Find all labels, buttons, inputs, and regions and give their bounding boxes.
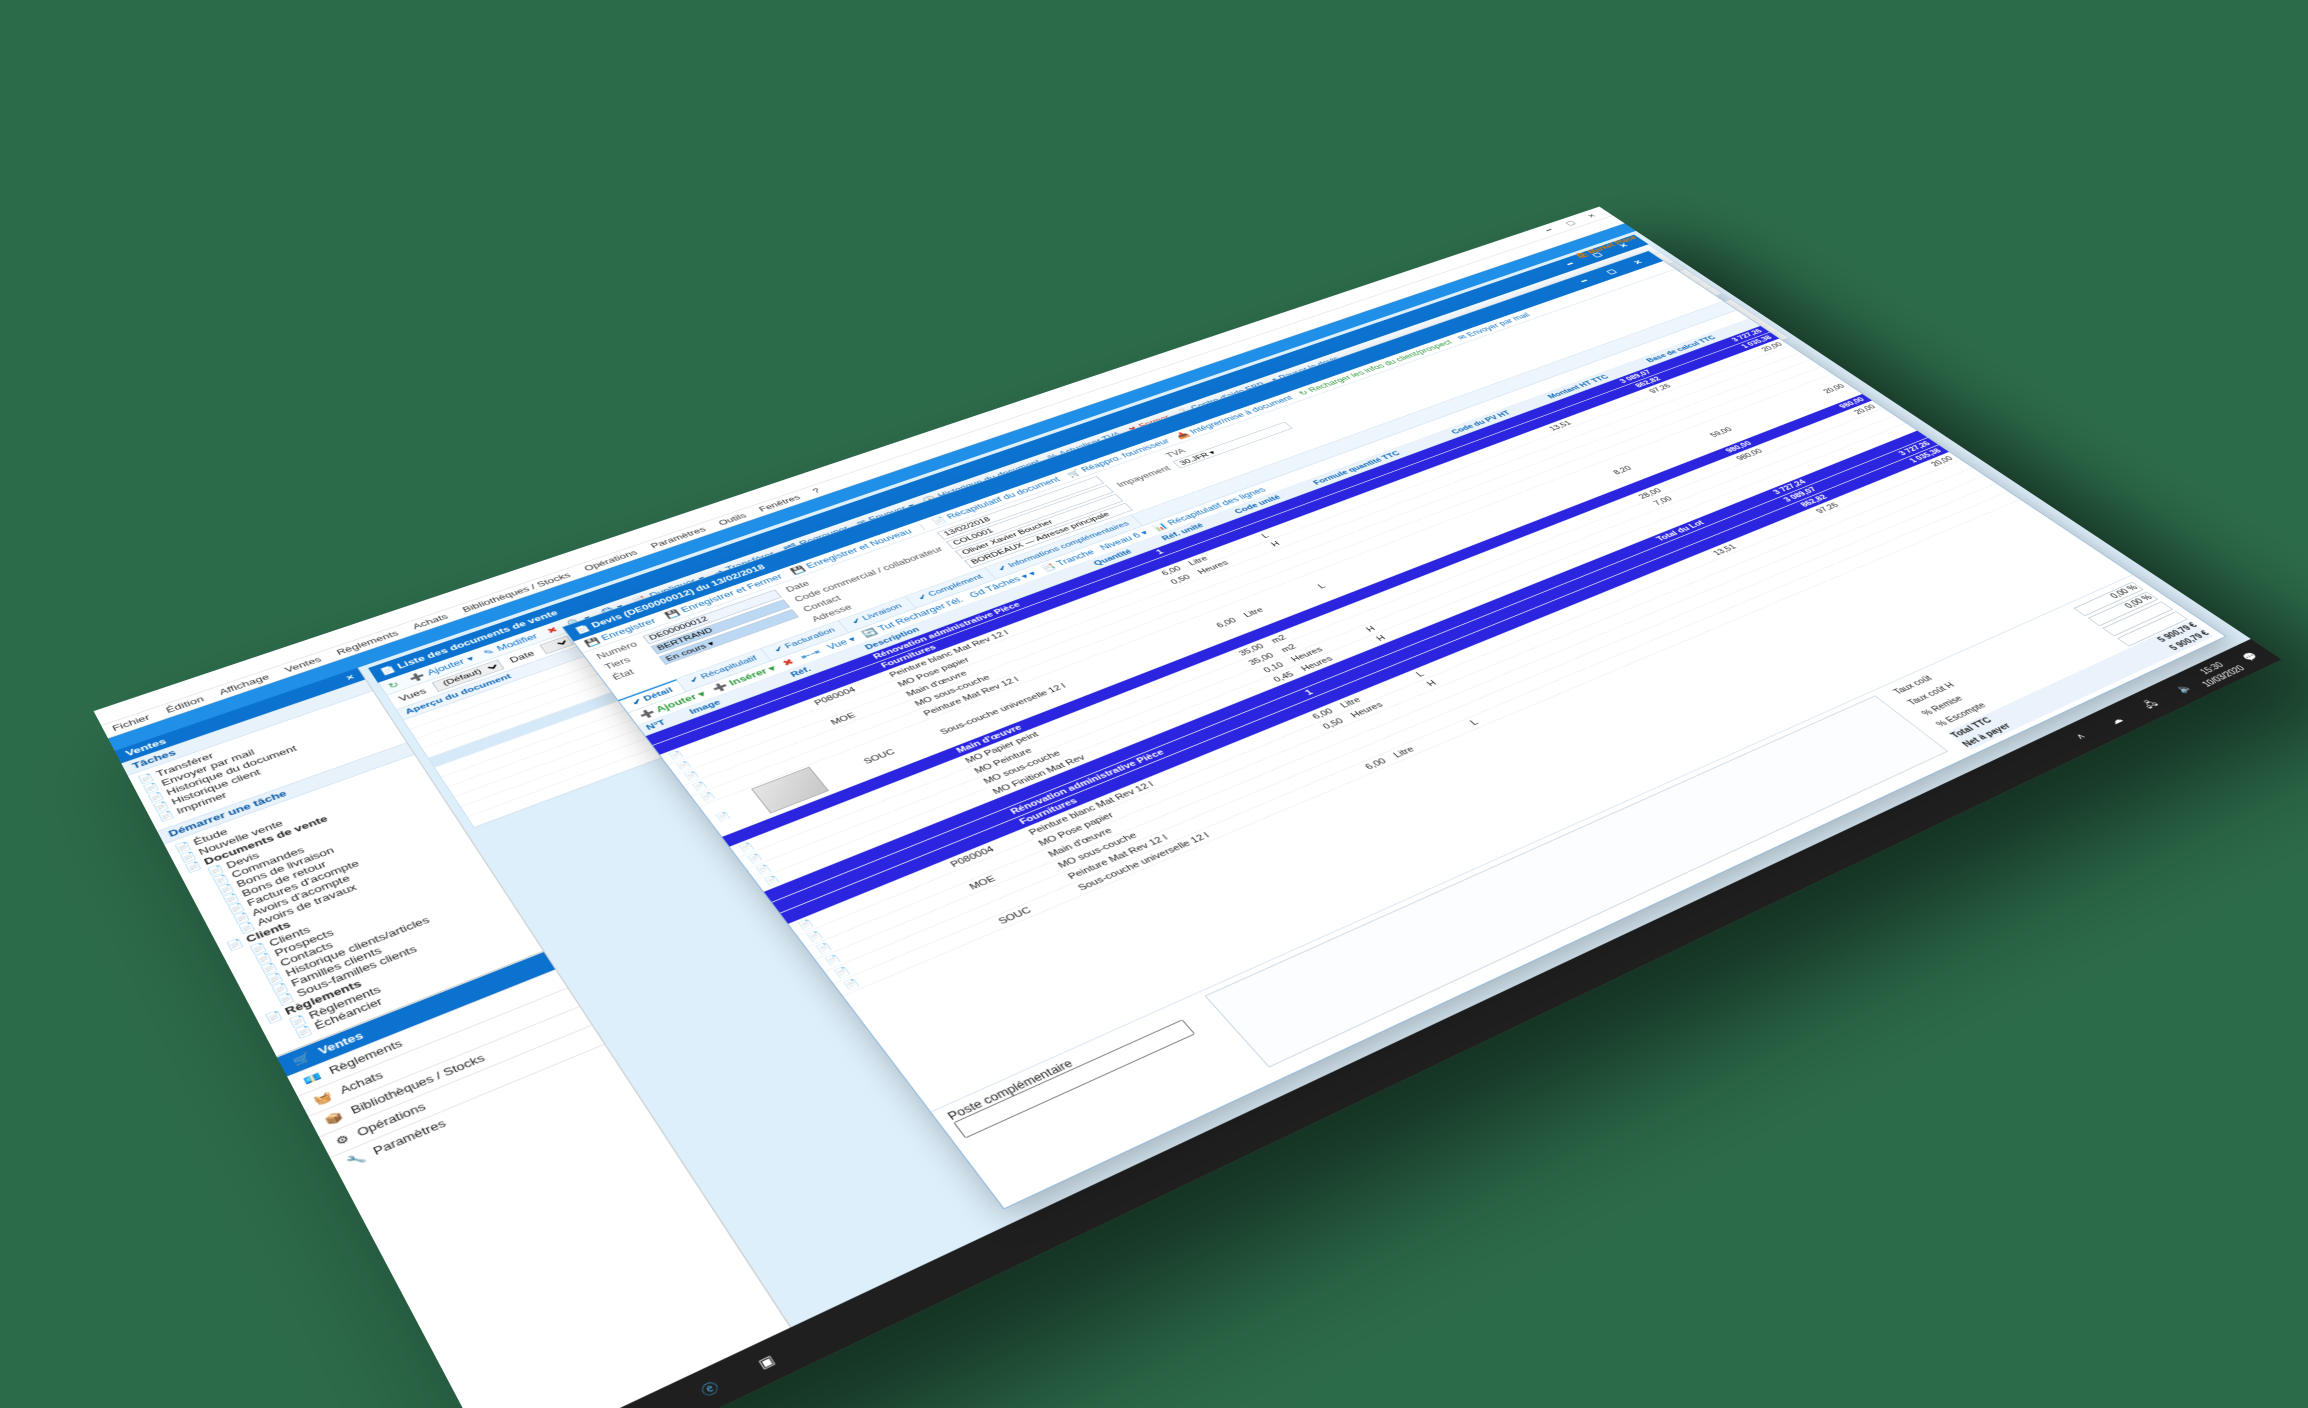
basket-icon: 🧺 (312, 1090, 335, 1107)
sidebar-pin-icon[interactable]: × (344, 673, 356, 683)
net-payer-label: Net à payer (1960, 722, 2013, 749)
lcol-num[interactable]: N°T (638, 710, 689, 736)
refresh-button[interactable]: ↻ (386, 680, 401, 691)
tray-network-icon[interactable]: 🖧 (2128, 691, 2172, 717)
euro-icon: 💶 (301, 1070, 323, 1087)
edge-icon[interactable]: ⓔ (684, 1367, 737, 1408)
supprimer-button[interactable]: ✖ (545, 625, 560, 635)
product-thumb (751, 767, 829, 814)
poste-comp-input[interactable] (953, 1019, 1195, 1138)
tray-cloud-icon[interactable]: ☁ (2094, 707, 2139, 734)
cart-icon: 🛒 (291, 1051, 313, 1068)
poste-comp-label: Poste complémentaire (945, 1004, 1194, 1122)
tray-chevron-icon[interactable]: ˄ (2059, 724, 2104, 751)
line-ajouter-button[interactable]: ➕ Ajouter ▾ (637, 689, 707, 720)
wrench-icon: 🔧 (344, 1151, 367, 1169)
pct-escompte-label: % Escompte (1934, 701, 1991, 731)
taskbar-clock[interactable]: 15:3010/03/2020 (2196, 659, 2240, 685)
app-icon[interactable]: ▣ (741, 1340, 793, 1383)
pct-remise-label: % Remise (1920, 694, 1969, 720)
field-impayement-label: Impayement (1115, 464, 1173, 488)
gear-icon: ⚙ (333, 1132, 351, 1148)
line-supprimer-button[interactable]: ✖ (781, 657, 796, 668)
pct-cout-h-label: Taux coût H (1905, 681, 1959, 709)
notes-area[interactable] (1205, 695, 1949, 1067)
box-icon: 📦 (322, 1110, 345, 1128)
menu-help[interactable]: ? (811, 487, 822, 495)
filter-vues-label: Vues (397, 687, 428, 704)
total-ttc-label: Total TTC (1949, 716, 1995, 740)
pct-cout-label: Taux coût (1891, 674, 1937, 698)
tray-sound-icon[interactable]: 🔈 (2162, 675, 2206, 701)
